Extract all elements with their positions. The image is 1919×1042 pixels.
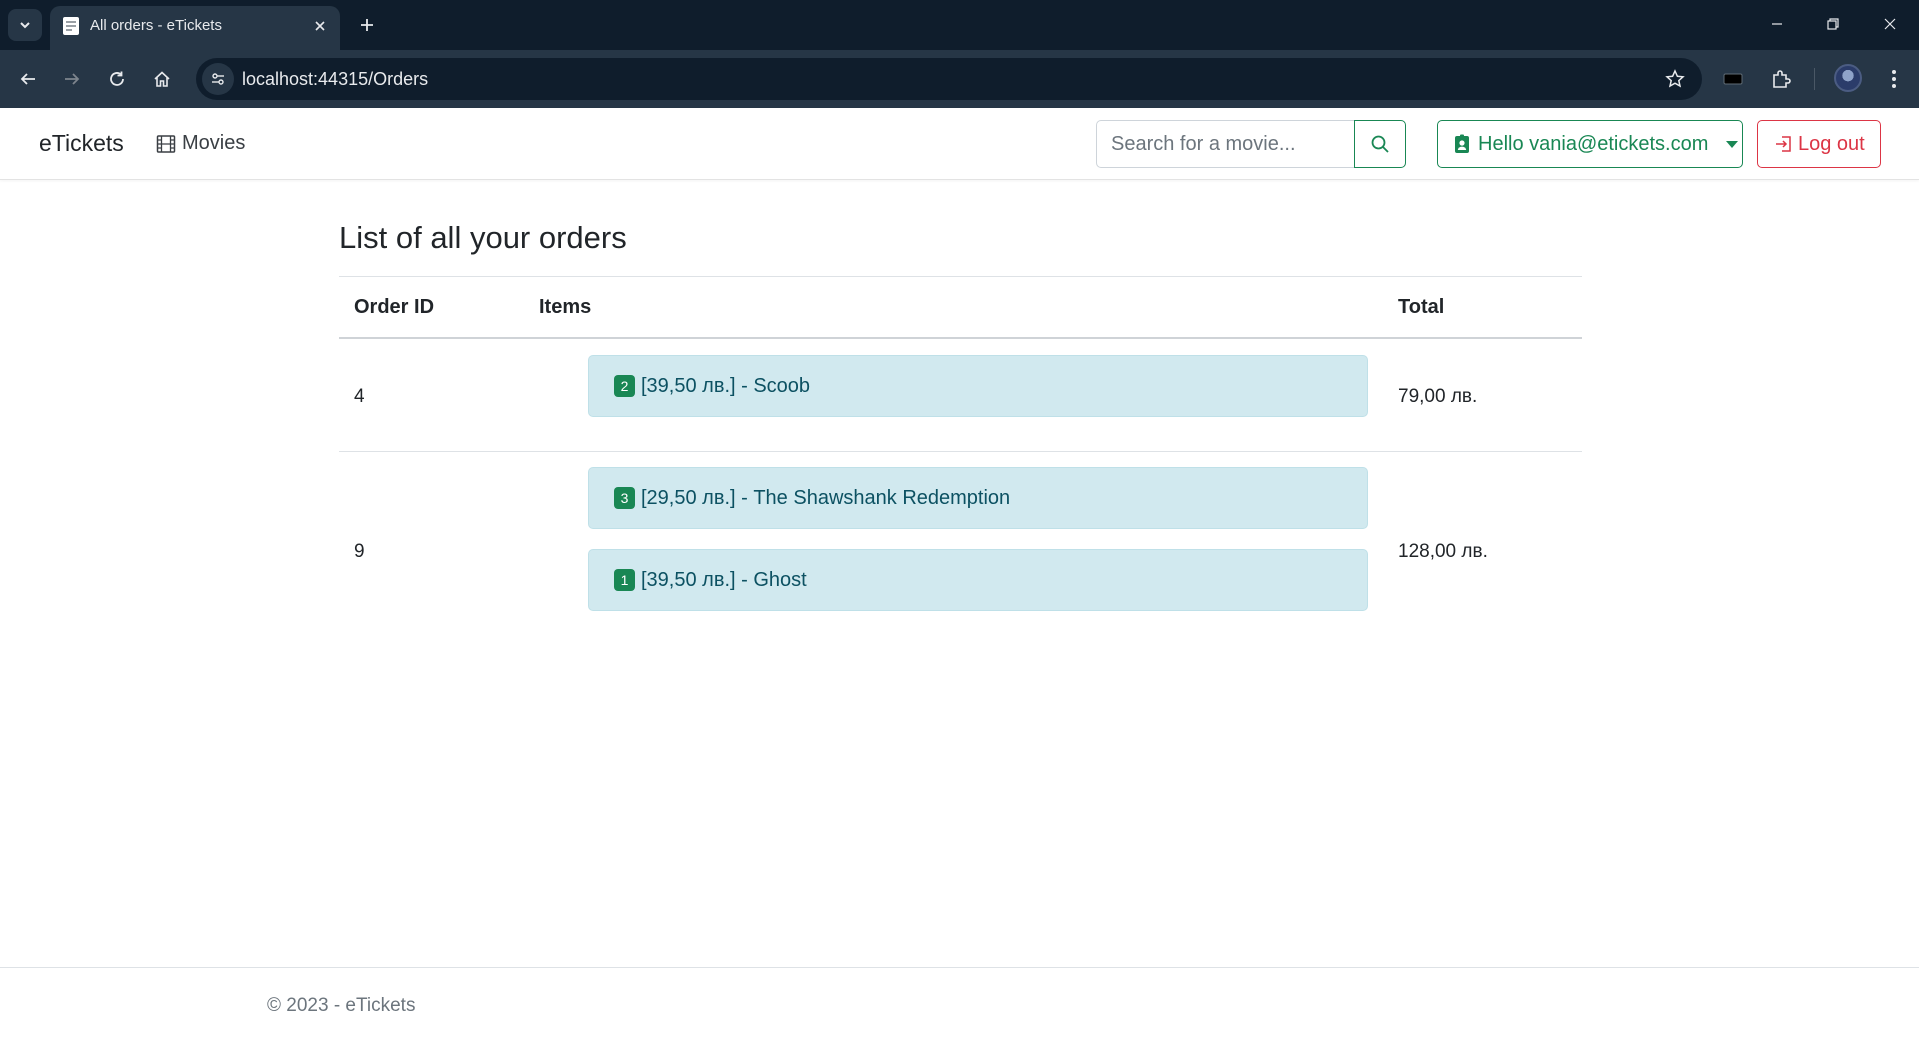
chevron-down-icon xyxy=(20,22,30,29)
search-input[interactable] xyxy=(1096,120,1355,168)
page-title: List of all your orders xyxy=(339,220,627,255)
minimize-button[interactable] xyxy=(1757,8,1797,40)
logout-label: Log out xyxy=(1798,132,1865,155)
column-header-order-id: Order ID xyxy=(354,296,435,318)
minimize-icon xyxy=(1772,23,1782,25)
home-icon xyxy=(154,71,170,87)
table-header: Order ID Items Total xyxy=(339,277,1582,339)
quantity-badge: 2 xyxy=(614,375,635,397)
order-item: 2 [39,50 лв.] - Scoob xyxy=(588,355,1368,417)
nav-link-movies[interactable]: Movies xyxy=(156,132,245,155)
app-navbar: eTickets Movies Hello vania@etickets.com… xyxy=(0,108,1919,180)
arrow-right-icon xyxy=(65,73,80,85)
tune-icon xyxy=(212,73,224,85)
caret-down-icon xyxy=(1726,140,1739,148)
logout-button[interactable]: Log out xyxy=(1757,120,1881,168)
search-button[interactable] xyxy=(1354,120,1406,168)
table-row: 4 2 [39,50 лв.] - Scoob 79,00 лв. xyxy=(339,339,1582,452)
close-icon xyxy=(315,21,325,31)
order-item: 1 [39,50 лв.] - Ghost xyxy=(588,549,1368,611)
star-icon xyxy=(1665,69,1685,88)
browser-toolbar: localhost:44315/Orders xyxy=(0,50,1919,108)
orders-table: Order ID Items Total 4 2 [39,50 лв.] - S… xyxy=(339,276,1582,622)
brand-link[interactable]: eTickets xyxy=(39,130,124,157)
home-button[interactable] xyxy=(146,63,178,95)
nav-link-movies-label: Movies xyxy=(182,132,246,154)
restore-button[interactable] xyxy=(1813,8,1853,40)
reload-button[interactable] xyxy=(101,63,133,95)
order-total: 128,00 лв. xyxy=(1398,541,1488,562)
table-row: 9 3 [29,50 лв.] - The Shawshank Redempti… xyxy=(339,452,1582,622)
tab-title: All orders - eTickets xyxy=(90,17,222,34)
order-id: 9 xyxy=(354,541,365,562)
close-window-button[interactable] xyxy=(1870,8,1910,40)
puzzle-icon xyxy=(1773,70,1791,88)
quantity-badge: 3 xyxy=(614,487,635,509)
arrow-left-icon xyxy=(20,73,35,85)
order-item: 3 [29,50 лв.] - The Shawshank Redemption xyxy=(588,467,1368,529)
extensions-button[interactable] xyxy=(1765,63,1797,95)
order-id: 4 xyxy=(354,386,365,407)
user-greeting: Hello vania@etickets.com xyxy=(1478,132,1709,155)
more-vertical-icon xyxy=(1892,70,1896,88)
order-item-text: [39,50 лв.] - Ghost xyxy=(641,568,807,591)
forward-button[interactable] xyxy=(56,63,88,95)
logout-icon xyxy=(1776,136,1791,152)
close-icon xyxy=(1884,18,1896,30)
page-footer: © 2023 - eTickets xyxy=(0,967,1919,1042)
order-item-text: [39,50 лв.] - Scoob xyxy=(641,374,811,397)
close-tab-button[interactable] xyxy=(308,14,332,38)
user-dropdown-button[interactable]: Hello vania@etickets.com xyxy=(1437,120,1743,168)
bookmark-button[interactable] xyxy=(1662,66,1688,92)
page-icon xyxy=(63,17,79,35)
order-total: 79,00 лв. xyxy=(1398,386,1478,407)
column-header-items: Items xyxy=(539,296,592,318)
search-icon xyxy=(1371,135,1389,153)
restore-icon xyxy=(1827,18,1839,30)
column-header-total: Total xyxy=(1398,296,1445,318)
back-button[interactable] xyxy=(12,63,44,95)
toolbar-separator xyxy=(1814,68,1815,90)
film-icon xyxy=(156,134,176,153)
tab-search-button[interactable] xyxy=(8,9,42,41)
browser-menu-button[interactable] xyxy=(1878,63,1910,95)
footer-copyright: © 2023 - eTickets xyxy=(267,995,416,1016)
order-item-text: [29,50 лв.] - The Shawshank Redemption xyxy=(641,486,1011,509)
profile-avatar[interactable] xyxy=(1834,64,1862,92)
url-text[interactable]: localhost:44315/Orders xyxy=(242,69,428,90)
browser-tab-active[interactable]: All orders - eTickets xyxy=(50,6,340,50)
new-tab-button[interactable] xyxy=(352,10,382,40)
person-badge-icon xyxy=(1455,134,1469,153)
site-info-button[interactable] xyxy=(202,63,234,95)
browser-tab-strip: All orders - eTickets xyxy=(0,0,1919,50)
quantity-badge: 1 xyxy=(614,569,635,591)
plus-icon xyxy=(361,19,373,31)
keyboard-icon xyxy=(1723,73,1743,85)
address-bar[interactable]: localhost:44315/Orders xyxy=(196,58,1702,100)
reload-icon xyxy=(110,71,124,86)
media-button[interactable] xyxy=(1717,63,1749,95)
